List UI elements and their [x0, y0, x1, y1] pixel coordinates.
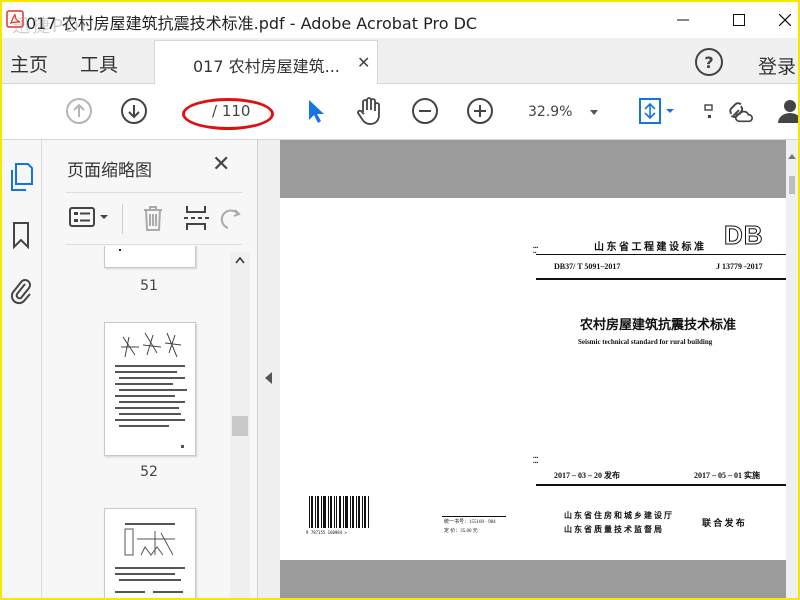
more-tools-button[interactable] [700, 96, 718, 126]
main-toolbar: / 110 32.9% [2, 84, 798, 140]
zoom-out-button[interactable] [410, 96, 440, 126]
bookmarks-button[interactable] [6, 220, 36, 250]
share-link-button[interactable] [724, 96, 754, 126]
joint-release: 联 合 发 布 [702, 518, 745, 528]
close-window-button[interactable] [762, 2, 798, 38]
scrollbar-thumb[interactable] [789, 176, 795, 194]
next-page-button[interactable] [119, 96, 149, 126]
chevron-up-icon[interactable] [788, 154, 796, 159]
pdf-page: ▪▪▪▪▪ 山 东 省 工 程 建 设 标 准 DB DB37/ T 5091–… [280, 198, 786, 560]
options-menu-icon[interactable] [68, 204, 114, 232]
close-icon [779, 14, 791, 26]
zoom-out-icon [412, 98, 438, 124]
thumbnail-page[interactable] [104, 246, 196, 268]
document-title-en: Seismic technical standard for rural bui… [578, 338, 713, 346]
split-page-icon[interactable] [182, 204, 210, 232]
app-window: 017 农村房屋建筑抗震技术标准.pdf - Adobe Acrobat Pro… [2, 2, 798, 598]
arrow-down-circle-icon [121, 98, 147, 124]
rule [442, 516, 506, 517]
rule [536, 254, 786, 255]
fit-page-icon [639, 98, 674, 124]
maximize-button[interactable] [716, 2, 762, 38]
thumbnail-list: 51 52 [66, 246, 232, 598]
rotate-icon[interactable] [220, 204, 244, 232]
watermark-text: 迅捷PDF [12, 16, 94, 37]
rule [536, 484, 786, 486]
divider [66, 244, 242, 245]
barcode-digits: 9 787155 160984 > [306, 530, 347, 535]
thumbnails-panel: 页面缩略图 ✕ 51 52 [42, 140, 258, 598]
previous-page-button[interactable] [64, 96, 94, 126]
login-button[interactable]: 登录 [758, 52, 796, 79]
thumbnails-toolbar [66, 200, 246, 234]
divider [66, 192, 242, 193]
chevron-left-icon [265, 372, 272, 384]
zoom-value: 32.9% [528, 104, 573, 120]
thumbnails-scrollbar[interactable] [230, 252, 250, 598]
standard-code: DB37/ T 5091–2017 [554, 262, 621, 271]
zoom-in-icon [467, 98, 493, 124]
tools-tab[interactable]: 工具 [80, 50, 118, 77]
thumbnails-panel-title: 页面缩略图 [67, 161, 152, 181]
paperclip-icon [10, 279, 31, 305]
scrollbar-thumb[interactable] [232, 416, 248, 436]
pointer-arrow-icon [309, 100, 324, 123]
title-bar: 017 农村房屋建筑抗震技术标准.pdf - Adobe Acrobat Pro… [2, 2, 798, 38]
document-tab-label: 017 农村房屋建筑... [193, 57, 340, 76]
pages-icon [11, 163, 33, 191]
arrow-up-circle-icon [66, 98, 92, 124]
page-preview [115, 332, 187, 448]
rule [536, 278, 786, 280]
issue-date: 2017 – 03 – 20 发布 [554, 471, 620, 480]
db-mark: DB [724, 220, 764, 251]
issuer-2: 山 东 省 质 量 技 术 监 督 局 [564, 525, 662, 534]
navigation-rail [2, 140, 42, 598]
thumbnail-page[interactable] [104, 322, 196, 456]
help-button[interactable]: ? [695, 48, 723, 76]
user-icon [778, 100, 798, 123]
maximize-icon [733, 14, 745, 26]
implementation-date: 2017 – 05 – 01 实施 [694, 471, 760, 480]
close-tab-icon[interactable]: ✕ [357, 53, 370, 72]
home-tab[interactable]: 主页 [10, 50, 48, 77]
page-dot [119, 249, 121, 251]
document-title-cn: 农村房屋建筑抗震技术标准 [580, 317, 737, 332]
dots-icon [704, 104, 713, 118]
window-title: 017 农村房屋建筑抗震技术标准.pdf - Adobe Acrobat Pro… [26, 14, 478, 33]
tab-bar: 主页 工具 017 农村房屋建筑... ✕ ? 登录 [2, 38, 798, 84]
minimize-icon [677, 19, 689, 21]
user-account-button[interactable] [776, 96, 798, 126]
j-code: J 13779 -2017 [716, 262, 763, 271]
trash-icon[interactable] [140, 204, 166, 232]
chevron-down-icon [590, 110, 598, 115]
thumbnail-page-label: 52 [140, 464, 158, 480]
hand-icon [357, 97, 380, 125]
collapse-panel-handle[interactable] [258, 140, 280, 598]
minimize-button[interactable] [660, 2, 706, 38]
thumbnail-page[interactable] [104, 508, 196, 598]
bookmark-icon [13, 222, 29, 249]
fit-page-button[interactable] [634, 96, 678, 126]
document-tab[interactable]: 017 农村房屋建筑... ✕ [154, 40, 378, 84]
vertical-side-text: ▪▪▪▪▪▪ [533, 456, 539, 466]
zoom-select[interactable]: 32.9% [518, 100, 604, 124]
document-scrollbar[interactable] [786, 140, 798, 598]
page-thumbnails-button[interactable] [6, 162, 36, 192]
book-number: 统一书号：155160 · 984 [444, 520, 496, 525]
header-org: 山 东 省 工 程 建 设 标 准 [594, 242, 704, 253]
attachments-button[interactable] [6, 276, 36, 306]
issuer-1: 山 东 省 住 房 和 城 乡 建 设 厅 [564, 511, 672, 520]
document-view[interactable]: ▪▪▪▪▪ 山 东 省 工 程 建 设 标 准 DB DB37/ T 5091–… [280, 140, 786, 598]
link-cloud-icon [729, 102, 753, 123]
divider [122, 204, 123, 234]
red-annotation-ellipse [182, 98, 274, 130]
close-panel-icon[interactable]: ✕ [212, 152, 230, 177]
page-preview [115, 523, 185, 593]
chevron-up-icon[interactable] [235, 256, 245, 264]
select-tool-button[interactable] [300, 96, 330, 126]
price: 定 价：35.00 元 [444, 529, 478, 534]
thumbnail-page-label: 51 [140, 278, 158, 294]
zoom-in-button[interactable] [465, 96, 495, 126]
hand-tool-button[interactable] [354, 96, 384, 126]
